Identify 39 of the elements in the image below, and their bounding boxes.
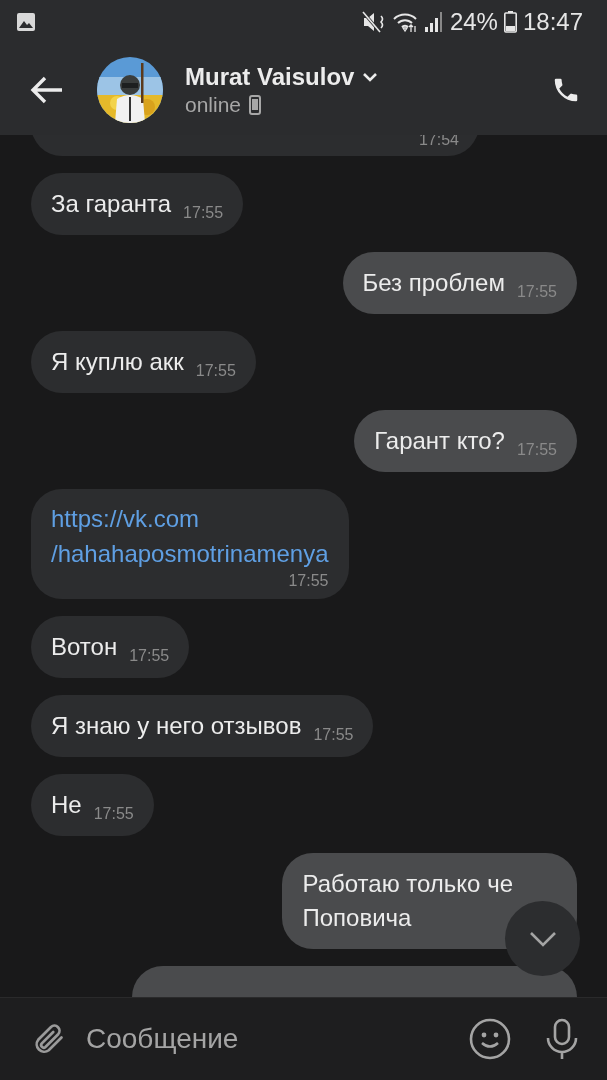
message-time: 17:55 — [129, 646, 170, 666]
message-text: Я куплю акк — [51, 347, 184, 377]
message-time: 17:55 — [183, 203, 224, 223]
smiley-icon — [469, 1018, 511, 1060]
message-text: Без проблем — [362, 268, 505, 298]
back-arrow-icon — [30, 75, 64, 104]
message-link[interactable]: /hahahaposmotrinamenya — [51, 536, 329, 571]
microphone-button[interactable] — [545, 1018, 579, 1060]
message-input[interactable]: Сообщение — [84, 1014, 469, 1064]
contact-name: Murat Vaisulov — [185, 62, 355, 91]
online-status: online — [185, 92, 242, 117]
signal-icon — [423, 11, 444, 33]
message-time: 17:55 — [288, 571, 329, 591]
message-text: Не — [51, 790, 82, 820]
wifi-icon — [391, 11, 418, 33]
clock-time: 18:47 — [522, 8, 583, 36]
message-text: Гарант кто? — [374, 426, 505, 456]
message-composer[interactable]: Сообщение — [0, 997, 607, 1080]
microphone-icon — [545, 1018, 579, 1060]
message-text: Работаю только че — [302, 869, 513, 899]
message-time: 17:55 — [516, 282, 557, 302]
phone-device-icon — [249, 94, 262, 115]
image-icon — [16, 12, 36, 32]
chevron-down-icon — [528, 930, 557, 947]
message-text: За гаранта — [51, 189, 172, 219]
battery-icon — [503, 11, 517, 33]
message-text: Я знаю у него отзывов — [51, 711, 302, 741]
message-time: 17:55 — [313, 725, 354, 745]
back-button[interactable] — [30, 75, 64, 104]
message-text: Вотон — [51, 632, 118, 662]
message-time: 17:55 — [93, 804, 134, 824]
chevron-down-icon[interactable] — [362, 71, 379, 82]
message-time: 17:55 — [195, 361, 236, 381]
mute-icon — [361, 11, 386, 33]
message-text: Поповича — [302, 903, 412, 933]
message-time: 17:55 — [516, 440, 557, 460]
battery-percent: 24% — [449, 8, 498, 36]
emoji-button[interactable] — [469, 1018, 511, 1060]
message-link[interactable]: https://vk.com — [51, 501, 200, 536]
